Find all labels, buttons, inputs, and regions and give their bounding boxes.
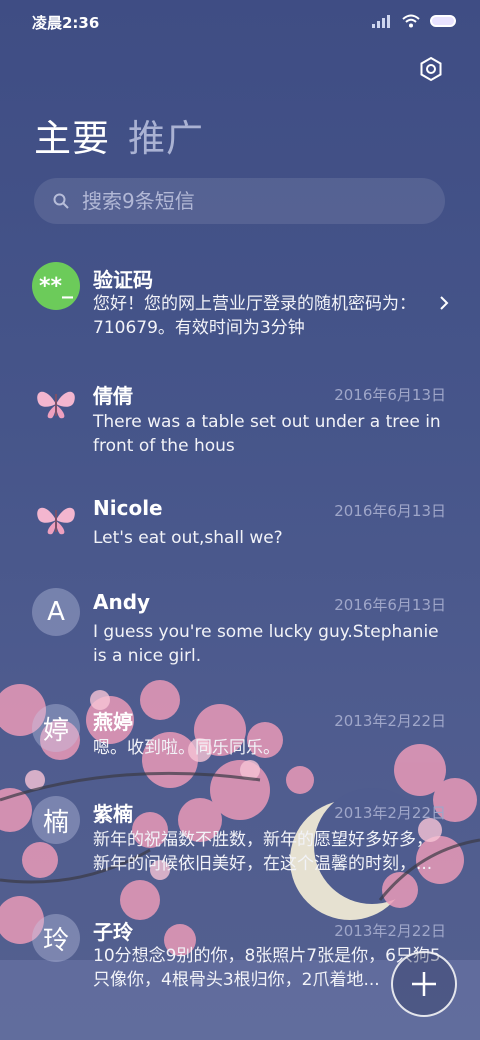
conversation-item[interactable]: A Andy 2016年6月13日 I guess you're some lucky… xyxy=(0,588,480,688)
contact-avatar: 楠 xyxy=(32,796,80,844)
conversation-item[interactable]: **_ 验证码 您好！您的网上营业厅登录的随机密码为：710679。有效时间为3分钟 xyxy=(0,262,480,362)
tab-promotions[interactable]: 推广 xyxy=(128,117,204,160)
message-date: 2016年6月13日 xyxy=(334,596,446,614)
butterfly-avatar-icon xyxy=(32,494,80,542)
message-date: 2016年6月13日 xyxy=(334,386,446,404)
conversation-item[interactable]: Nicole 2016年6月13日 Let's eat out,shall we? xyxy=(0,494,480,594)
status-icons xyxy=(372,12,456,30)
butterfly-avatar-icon xyxy=(32,378,80,426)
message-date: 2013年2月22日 xyxy=(334,804,446,822)
contact-avatar: **_ xyxy=(32,262,80,310)
message-date: 2013年2月22日 xyxy=(334,922,446,940)
settings-icon[interactable] xyxy=(418,56,444,82)
status-bar: 凌晨2:36 xyxy=(0,0,480,42)
contact-name: 倩倩 xyxy=(93,384,133,408)
message-date: 2016年6月13日 xyxy=(334,502,446,520)
contact-name: Andy xyxy=(93,590,151,614)
contact-name: 燕婷 xyxy=(93,710,133,734)
conversation-item[interactable]: 楠紫楠 2013年2月22日新年的祝福数不胜数，新年的愿望好多好多，新年的问候依旧… xyxy=(0,796,480,896)
compose-button[interactable] xyxy=(391,951,457,1017)
message-date: 2013年2月22日 xyxy=(334,712,446,730)
battery-icon xyxy=(430,15,456,27)
wifi-icon xyxy=(402,14,420,28)
tab-main[interactable]: 主要 xyxy=(34,117,110,160)
search-input[interactable] xyxy=(80,188,414,214)
contact-name: Nicole xyxy=(93,496,163,520)
search-icon xyxy=(53,193,69,209)
category-tabs: 主要 推广 xyxy=(34,108,204,162)
message-preview: Let's eat out,shall we? xyxy=(93,528,283,548)
message-preview: 您好！您的网上营业厅登录的随机密码为：710679。有效时间为3分钟 xyxy=(93,294,416,338)
contact-name: 验证码 xyxy=(93,268,153,292)
contact-avatar: A xyxy=(32,588,80,636)
contact-avatar: 婷 xyxy=(32,704,80,752)
search-bar[interactable] xyxy=(34,178,445,224)
message-preview: 嗯。收到啦。同乐同乐。 xyxy=(93,738,280,758)
conversation-item[interactable]: 婷燕婷 2013年2月22日嗯。收到啦。同乐同乐。 xyxy=(0,704,480,804)
contact-name: 紫楠 xyxy=(93,802,133,826)
signal-icon xyxy=(372,14,392,28)
status-time: 凌晨2:36 xyxy=(32,14,100,32)
contact-avatar: 玲 xyxy=(32,914,80,962)
message-preview: 新年的祝福数不胜数，新年的愿望好多好多，新年的问候依旧美好，在这个温馨的时刻，.… xyxy=(93,830,433,874)
contact-name: 子玲 xyxy=(93,920,133,944)
message-preview: I guess you're some lucky guy.Stephanie … xyxy=(93,622,439,666)
plus-icon xyxy=(412,972,436,996)
conversation-item[interactable]: 倩倩 2016年6月13日 There was a table set out un… xyxy=(0,378,480,478)
message-preview: There was a table set out under a tree i… xyxy=(93,412,441,456)
